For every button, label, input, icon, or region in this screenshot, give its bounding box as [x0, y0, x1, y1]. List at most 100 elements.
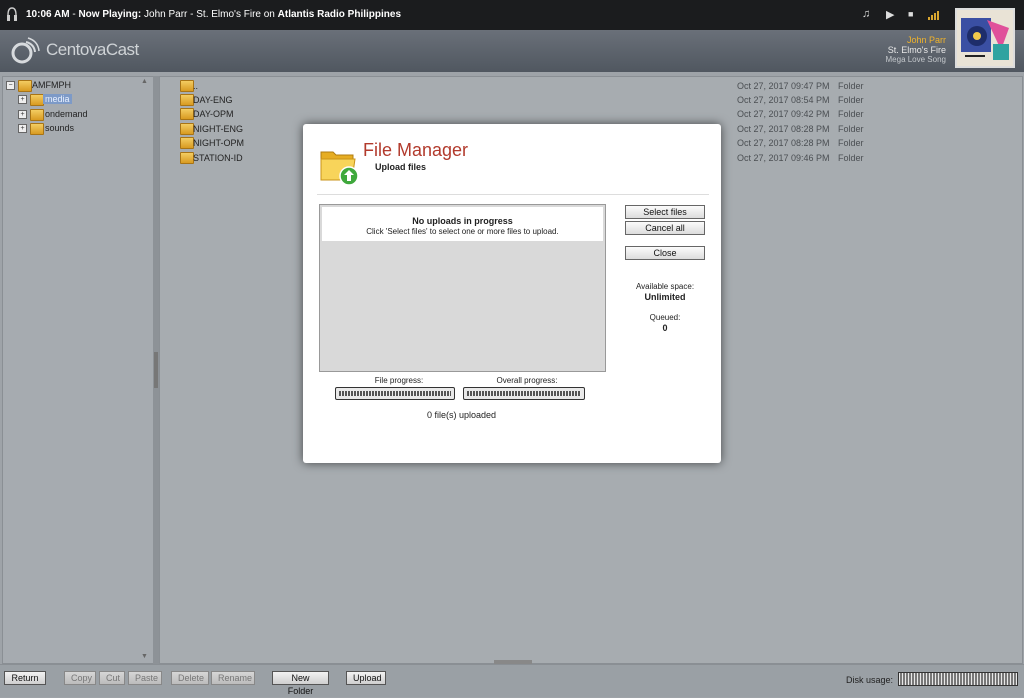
- overall-progress-label: Overall progress:: [496, 376, 558, 385]
- file-name: ..: [193, 81, 199, 91]
- brand-name: CentovaCast: [46, 40, 139, 59]
- new-folder-button[interactable]: New Folder: [272, 671, 329, 696]
- album-cover: [955, 8, 1015, 68]
- now-playing-station: Atlantis Radio Philippines: [277, 9, 402, 20]
- song-album: Mega Love Song: [885, 55, 947, 64]
- centovacast-logo-icon: [11, 37, 40, 64]
- delete-button[interactable]: Delete: [171, 671, 209, 685]
- stop-icon[interactable]: ■: [908, 9, 913, 19]
- file-type: Folder: [838, 95, 864, 105]
- folder-upload-icon: [320, 151, 359, 186]
- collapse-icon[interactable]: −: [6, 81, 15, 90]
- return-button[interactable]: Return: [4, 671, 46, 685]
- headphones-icon: [7, 7, 17, 21]
- tree-root-label: AMFMPH: [32, 80, 71, 90]
- now-playing-track: John Parr - St. Elmo's Fire: [144, 9, 261, 20]
- tree-item-sounds[interactable]: + sounds: [3, 122, 143, 135]
- file-name: STATION-ID: [193, 153, 243, 163]
- now-playing-bar: 10:06 AM - Now Playing: John Parr - St. …: [0, 0, 1024, 30]
- paste-button[interactable]: Paste: [128, 671, 162, 685]
- file-manager-dialog: File Manager Upload files No uploads in …: [303, 124, 721, 463]
- file-type: Folder: [838, 81, 864, 91]
- select-files-button[interactable]: Select files: [625, 205, 705, 219]
- dialog-divider: [317, 194, 709, 195]
- now-playing-label: Now Playing:: [78, 9, 142, 20]
- folder-tree: − AMFMPH + media + ondemand + sounds: [2, 76, 154, 664]
- queue-heading: No uploads in progress: [412, 216, 513, 226]
- queue-hint: Click 'Select files' to select one or mo…: [366, 227, 559, 236]
- file-date: Oct 27, 2017 08:28 PM: [737, 124, 830, 134]
- file-name: DAY-ENG: [193, 95, 233, 105]
- cut-button[interactable]: Cut: [99, 671, 125, 685]
- song-artist: John Parr: [906, 35, 946, 45]
- scroll-down-icon[interactable]: ▼: [141, 653, 148, 660]
- app-header: CentovaCast John Parr St. Elmo's Fire Me…: [0, 30, 1024, 72]
- folder-icon: [30, 123, 44, 135]
- rename-button[interactable]: Rename: [211, 671, 255, 685]
- now-playing-time: 10:06 AM: [26, 9, 70, 20]
- close-button[interactable]: Close: [625, 246, 705, 260]
- music-note-icon[interactable]: ♫: [862, 8, 870, 20]
- expand-icon[interactable]: +: [18, 124, 27, 133]
- uploaded-count: 0 file(s) uploaded: [426, 410, 497, 420]
- file-progress-bar: [335, 387, 455, 400]
- queued-value: 0: [662, 323, 668, 333]
- tree-root[interactable]: − AMFMPH: [3, 79, 143, 92]
- upload-queue: No uploads in progress Click 'Select fil…: [319, 204, 606, 372]
- file-toolbar: Return Copy Cut Paste Delete Rename New …: [0, 664, 1024, 697]
- tree-item-label: media: [43, 94, 72, 104]
- disk-usage-label: Disk usage:: [846, 675, 894, 685]
- dialog-title: File Manager: [363, 140, 469, 160]
- file-date: Oct 27, 2017 09:47 PM: [737, 81, 830, 91]
- folder-icon: [180, 108, 194, 120]
- file-name: NIGHT-OPM: [193, 138, 244, 148]
- file-date: Oct 27, 2017 08:28 PM: [737, 138, 830, 148]
- folder-icon: [180, 137, 194, 149]
- current-song-info: John Parr St. Elmo's Fire Mega Love Song: [886, 35, 947, 65]
- dialog-subtitle: Upload files: [375, 162, 427, 172]
- now-playing-text: 10:06 AM - Now Playing: John Parr - St. …: [26, 9, 402, 20]
- cancel-all-button[interactable]: Cancel all: [625, 221, 705, 235]
- available-space-value: Unlimited: [644, 292, 686, 302]
- play-icon[interactable]: ▶: [886, 8, 894, 21]
- scroll-up-icon[interactable]: ▲: [141, 78, 148, 85]
- folder-icon: [30, 109, 44, 121]
- queue-message: No uploads in progress Click 'Select fil…: [322, 207, 603, 241]
- expand-icon[interactable]: +: [18, 95, 27, 104]
- file-type: Folder: [838, 109, 864, 119]
- overall-progress-bar: [463, 387, 585, 400]
- folder-icon: [18, 80, 32, 92]
- file-progress-label: File progress:: [374, 376, 424, 385]
- file-row[interactable]: DAY-OPM Oct 27, 2017 09:42 PM Folder: [160, 107, 1022, 120]
- file-type: Folder: [838, 124, 864, 134]
- file-name: NIGHT-ENG: [193, 124, 244, 134]
- file-row[interactable]: .. Oct 27, 2017 09:47 PM Folder: [160, 79, 1022, 92]
- file-name: DAY-OPM: [193, 109, 234, 119]
- folder-icon: [30, 94, 44, 106]
- copy-button[interactable]: Copy: [64, 671, 96, 685]
- file-row[interactable]: DAY-ENG Oct 27, 2017 08:54 PM Folder: [160, 93, 1022, 106]
- folder-icon: [180, 94, 194, 106]
- tree-item-label: sounds: [45, 123, 75, 133]
- available-space-label: Available space:: [635, 282, 695, 291]
- now-playing-on: on: [263, 9, 275, 20]
- file-date: Oct 27, 2017 08:54 PM: [737, 95, 830, 105]
- disk-usage-bar: [898, 672, 1018, 686]
- file-type: Folder: [838, 138, 864, 148]
- volume-bars-icon[interactable]: [928, 10, 942, 20]
- tree-item-media[interactable]: + media: [3, 93, 143, 106]
- file-type: Folder: [838, 153, 864, 163]
- folder-icon: [180, 123, 194, 135]
- tree-item-label: ondemand: [45, 109, 88, 119]
- expand-icon[interactable]: +: [18, 110, 27, 119]
- file-date: Oct 27, 2017 09:46 PM: [737, 153, 830, 163]
- upload-button[interactable]: Upload: [346, 671, 386, 685]
- tree-scrollbar[interactable]: ▲ ▼: [140, 76, 151, 662]
- folder-icon: [180, 80, 194, 92]
- song-title: St. Elmo's Fire: [887, 45, 946, 55]
- tree-item-ondemand[interactable]: + ondemand: [3, 108, 143, 121]
- queued-label: Queued:: [649, 313, 681, 322]
- folder-icon: [180, 152, 194, 164]
- album-art-icon: [957, 10, 1013, 66]
- file-date: Oct 27, 2017 09:42 PM: [737, 109, 830, 119]
